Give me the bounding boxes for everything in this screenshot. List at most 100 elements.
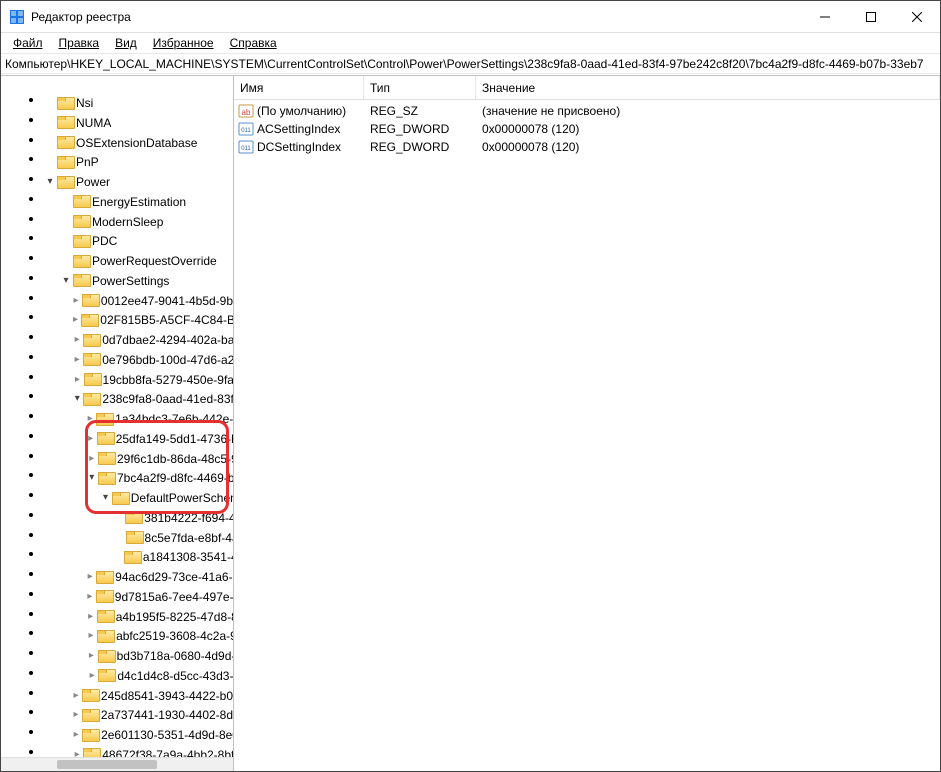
scrollbar-thumb[interactable] bbox=[57, 760, 157, 769]
menu-view[interactable]: Вид bbox=[107, 34, 145, 52]
folder-icon bbox=[73, 255, 89, 268]
folder-icon bbox=[57, 176, 73, 189]
close-button[interactable] bbox=[894, 1, 940, 33]
tree-item[interactable]: PnP bbox=[43, 154, 233, 172]
expand-icon[interactable] bbox=[86, 669, 99, 683]
value-row[interactable]: ab(По умолчанию)REG_SZ(значение не присв… bbox=[234, 102, 940, 120]
tree-item[interactable]: 2a737441-1930-4402-8d77-b bbox=[43, 707, 233, 725]
tree-item[interactable]: PowerRequestOverride bbox=[43, 252, 233, 270]
tree-item-label: OSExtensionDatabase bbox=[76, 136, 197, 150]
tree-item[interactable]: 381b4222-f694-41f bbox=[43, 509, 233, 527]
tree-item[interactable]: ModernSleep bbox=[43, 213, 233, 231]
expand-icon[interactable] bbox=[71, 373, 83, 387]
registry-tree: Nsi NUMA OSExtensionDatabase PnPPower Energy… bbox=[3, 92, 233, 757]
tree-item[interactable]: Nsi bbox=[43, 94, 233, 112]
collapse-icon[interactable] bbox=[43, 175, 57, 189]
tree-item[interactable]: 1a34bdc3-7e6b-442e-a9c bbox=[43, 410, 233, 428]
expand-icon[interactable] bbox=[85, 649, 97, 663]
expand-icon[interactable] bbox=[84, 590, 96, 604]
tree-item[interactable]: 0012ee47-9041-4b5d-9b77-5 bbox=[43, 292, 233, 310]
tree-item[interactable]: 245d8541-3943-4422-b025-1 bbox=[43, 687, 233, 705]
collapse-icon[interactable] bbox=[59, 274, 73, 288]
menu-favorites[interactable]: Избранное bbox=[145, 34, 222, 52]
tree-item[interactable]: OSExtensionDatabase bbox=[43, 134, 233, 152]
value-row[interactable]: 011DCSettingIndexREG_DWORD0x00000078 (12… bbox=[234, 138, 940, 156]
tree-item[interactable]: abfc2519-3608-4c2a-94e bbox=[43, 628, 233, 646]
folder-icon bbox=[96, 590, 112, 603]
tree-item[interactable]: 19cbb8fa-5279-450e-9fac-8 bbox=[43, 371, 233, 389]
expand-icon[interactable] bbox=[85, 610, 97, 624]
column-name[interactable]: Имя bbox=[234, 76, 364, 99]
tree-item[interactable]: DefaultPowerScheme bbox=[43, 489, 233, 507]
collapse-icon[interactable] bbox=[99, 491, 111, 505]
tree-item-label: ModernSleep bbox=[92, 215, 163, 229]
expand-icon[interactable] bbox=[84, 412, 96, 426]
tree-horizontal-scrollbar[interactable] bbox=[1, 757, 233, 771]
expand-icon[interactable] bbox=[71, 748, 83, 757]
tree-item[interactable]: 29f6c1db-86da-48c5-9fd bbox=[43, 450, 233, 468]
tree-item[interactable]: PDC bbox=[43, 233, 233, 251]
values-panel[interactable]: Имя Тип Значение ab(По умолчанию)REG_SZ(… bbox=[234, 76, 940, 771]
menu-edit[interactable]: Правка bbox=[51, 34, 108, 52]
tree-item[interactable]: EnergyEstimation bbox=[43, 193, 233, 211]
tree-item-label: 48672f38-7a9a-4bb2-8bf8-3 bbox=[102, 748, 233, 757]
tree-item[interactable]: 9d7815a6-7ee4-497e-888 bbox=[43, 588, 233, 606]
collapse-icon[interactable] bbox=[86, 471, 98, 485]
tree-item-label: a1841308-3541-4fa bbox=[143, 550, 233, 564]
folder-icon bbox=[98, 650, 114, 663]
expand-icon[interactable] bbox=[70, 708, 82, 722]
minimize-button[interactable] bbox=[802, 1, 848, 33]
folder-icon bbox=[125, 511, 141, 524]
address-bar[interactable]: Компьютер\HKEY_LOCAL_MACHINE\SYSTEM\Curr… bbox=[1, 54, 940, 74]
tree-item-label: bd3b718a-0680-4d9d-8a bbox=[117, 649, 233, 663]
tree-item-label: 0e796bdb-100d-47d6-a2d5- bbox=[102, 353, 233, 367]
value-row[interactable]: 011ACSettingIndexREG_DWORD0x00000078 (12… bbox=[234, 120, 940, 138]
tree-item[interactable]: Power bbox=[43, 173, 233, 191]
tree-item[interactable]: 0e796bdb-100d-47d6-a2d5- bbox=[43, 351, 233, 369]
expand-icon[interactable] bbox=[70, 313, 82, 327]
tree-item[interactable]: 94ac6d29-73ce-41a6-809 bbox=[43, 568, 233, 586]
collapse-icon[interactable] bbox=[71, 392, 83, 406]
address-text: Компьютер\HKEY_LOCAL_MACHINE\SYSTEM\Curr… bbox=[5, 57, 924, 71]
tree-item[interactable]: d4c1d4c8-d5cc-43d3-b8 bbox=[43, 667, 233, 685]
expand-icon[interactable] bbox=[85, 629, 97, 643]
tree-item[interactable]: 25dfa149-5dd1-4736-b5a bbox=[43, 430, 233, 448]
value-data: 0x00000078 (120) bbox=[476, 140, 940, 154]
tree-item[interactable]: bd3b718a-0680-4d9d-8a bbox=[43, 647, 233, 665]
tree-item[interactable]: 8c5e7fda-e8bf-4a9 bbox=[43, 529, 233, 547]
folder-icon bbox=[98, 452, 114, 465]
tree-item-label: PowerSettings bbox=[92, 274, 169, 288]
expand-icon[interactable] bbox=[70, 294, 82, 308]
tree-panel[interactable]: Nsi NUMA OSExtensionDatabase PnPPower Energy… bbox=[1, 76, 234, 771]
folder-icon bbox=[84, 373, 100, 386]
menu-help[interactable]: Справка bbox=[222, 34, 285, 52]
expand-icon[interactable] bbox=[85, 432, 97, 446]
column-value[interactable]: Значение bbox=[476, 76, 940, 99]
expand-icon[interactable] bbox=[84, 570, 96, 584]
tree-item[interactable]: PowerSettings bbox=[43, 272, 233, 290]
folder-icon bbox=[96, 571, 112, 584]
column-type[interactable]: Тип bbox=[364, 76, 476, 99]
maximize-button[interactable] bbox=[848, 1, 894, 33]
folder-icon bbox=[73, 195, 89, 208]
tree-item-label: PDC bbox=[92, 234, 117, 248]
menu-file[interactable]: Файл bbox=[5, 34, 51, 52]
tree-item[interactable]: 2e601130-5351-4d9d-8e04-2 bbox=[43, 726, 233, 744]
svg-text:ab: ab bbox=[242, 108, 251, 117]
tree-item-label: 245d8541-3943-4422-b025-1 bbox=[101, 689, 233, 703]
value-type: REG_SZ bbox=[364, 104, 476, 118]
expand-icon[interactable] bbox=[70, 728, 82, 742]
expand-icon[interactable] bbox=[71, 353, 83, 367]
tree-item[interactable]: a1841308-3541-4fa bbox=[43, 549, 233, 567]
tree-item-label: Nsi bbox=[76, 96, 93, 110]
tree-item[interactable]: 0d7dbae2-4294-402a-ba8e- bbox=[43, 331, 233, 349]
tree-item[interactable]: 02F815B5-A5CF-4C84-BF20- bbox=[43, 312, 233, 330]
tree-item[interactable]: 48672f38-7a9a-4bb2-8bf8-3 bbox=[43, 746, 233, 757]
expand-icon[interactable] bbox=[70, 689, 82, 703]
tree-item[interactable]: 238c9fa8-0aad-41ed-83f4-9 bbox=[43, 391, 233, 409]
tree-item[interactable]: 7bc4a2f9-d8fc-4469-b07 bbox=[43, 470, 233, 488]
tree-item[interactable]: a4b195f5-8225-47d8-801 bbox=[43, 608, 233, 626]
expand-icon[interactable] bbox=[71, 333, 83, 347]
tree-item[interactable]: NUMA bbox=[43, 114, 233, 132]
expand-icon[interactable] bbox=[86, 452, 98, 466]
